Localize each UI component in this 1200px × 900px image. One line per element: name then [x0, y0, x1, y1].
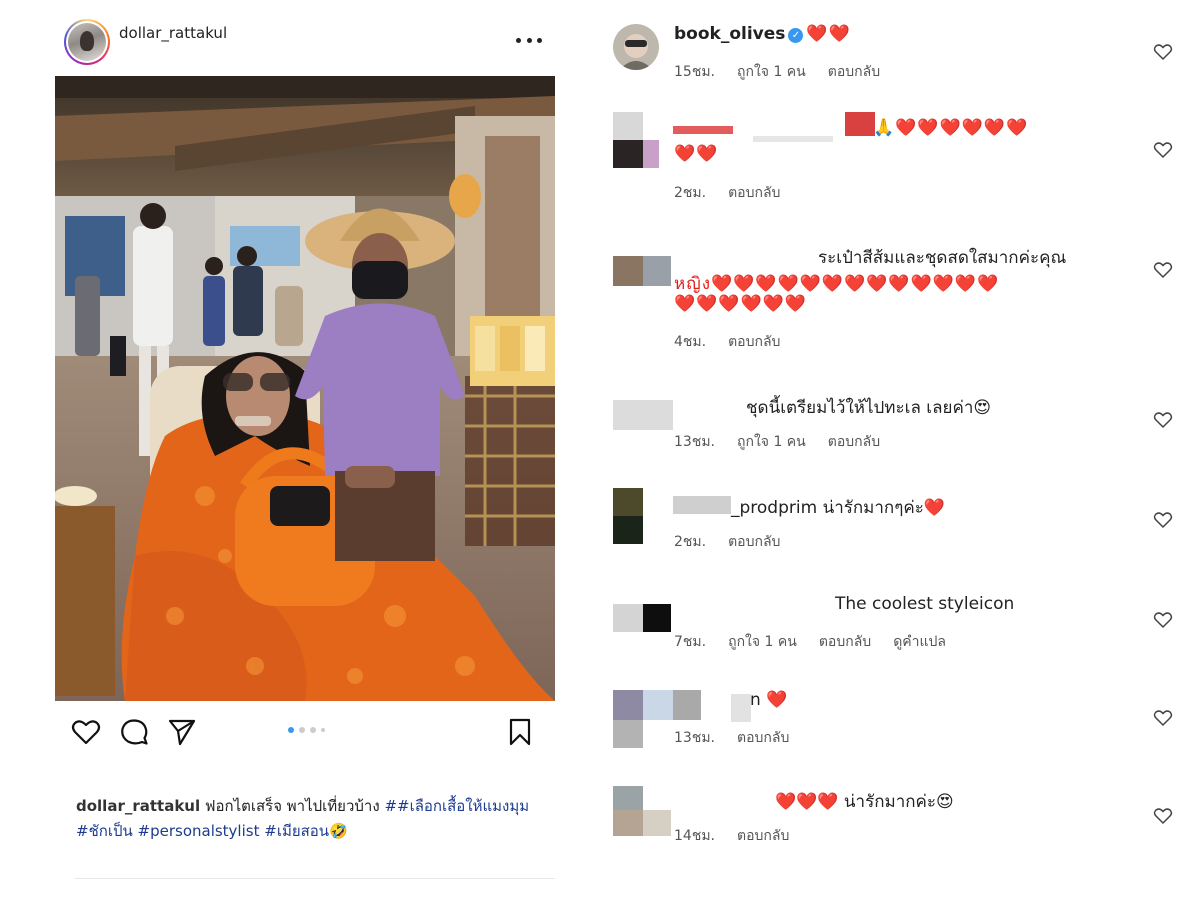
- heart-outline-icon[interactable]: [1153, 510, 1173, 530]
- bookmark-icon[interactable]: [504, 716, 536, 748]
- comment-time: 14ชม.: [674, 828, 715, 844]
- hashtag[interactable]: #personalstylist: [138, 822, 260, 840]
- carousel-dot[interactable]: [299, 727, 305, 733]
- heart-outline-icon[interactable]: [1153, 42, 1173, 62]
- comment-time: 2ชม.: [674, 534, 707, 550]
- comment-item: n ❤️ 13ชม. ตอบกลับ: [613, 690, 1173, 750]
- carousel-dot[interactable]: [310, 727, 316, 733]
- comment-time: 2ชม.: [674, 185, 707, 201]
- share-icon[interactable]: [166, 716, 198, 748]
- comment-time: 15ชม.: [674, 64, 715, 80]
- reply-button[interactable]: ตอบกลับ: [828, 64, 880, 80]
- comment-text: 🙏❤️❤️❤️❤️❤️❤️: [873, 118, 1029, 138]
- translate-button[interactable]: ดูคำแปล: [893, 634, 946, 650]
- comment-text-continued: ❤️❤️: [674, 144, 719, 164]
- commenter-username[interactable]: _prodprim: [731, 498, 817, 518]
- divider: [75, 878, 555, 879]
- commenter-avatar[interactable]: [613, 604, 671, 632]
- comment-meta: 7ชม. ถูกใจ 1 คน ตอบกลับ ดูคำแปล: [674, 631, 968, 653]
- comment-meta: 2ชม. ตอบกลับ: [674, 182, 802, 204]
- commenter-avatar[interactable]: [613, 256, 671, 286]
- comment-text-continued: หญิง❤️❤️❤️❤️❤️❤️❤️❤️❤️❤️❤️❤️❤️: [674, 274, 1000, 294]
- comment-item: _prodprim น่ารักมากๆค่ะ❤️ 2ชม. ตอบกลับ: [613, 488, 1173, 554]
- reply-button[interactable]: ตอบกลับ: [828, 434, 880, 450]
- more-icon[interactable]: [516, 30, 542, 50]
- comment-icon[interactable]: [118, 716, 150, 748]
- comment-meta: 13ชม. ตอบกลับ: [674, 727, 811, 749]
- reply-button[interactable]: ตอบกลับ: [728, 334, 780, 350]
- heart-outline-icon[interactable]: [1153, 410, 1173, 430]
- commenter-avatar[interactable]: [613, 400, 673, 430]
- carousel-dots[interactable]: [288, 727, 325, 733]
- comment-meta: 15ชม. ถูกใจ 1 คน ตอบกลับ: [674, 61, 902, 83]
- reply-button[interactable]: ตอบกลับ: [819, 634, 871, 650]
- hashtag[interactable]: ##เลือกเสื้อให้แมงมุม: [384, 797, 529, 815]
- reply-button[interactable]: ตอบกลับ: [737, 730, 789, 746]
- commenter-avatar[interactable]: [613, 786, 671, 836]
- post-username[interactable]: dollar_rattakul: [119, 24, 227, 42]
- post-header: dollar_rattakul: [60, 18, 560, 66]
- caption-emoji: 🤣: [329, 822, 348, 840]
- comment-text: book_olives ✓ ❤️❤️: [674, 24, 851, 44]
- comment-text: _prodprim น่ารักมากๆค่ะ❤️: [731, 498, 946, 518]
- caption-text: ฟอกไตเสร็จ พาไปเที่ยวบ้าง: [200, 797, 385, 815]
- commenter-username[interactable]: book_olives: [674, 24, 785, 44]
- comment-meta: 2ชม. ตอบกลับ: [674, 531, 802, 553]
- comment-meta: 13ชม. ถูกใจ 1 คน ตอบกลับ: [674, 431, 902, 453]
- comment-item: The coolest styleicon 7ชม. ถูกใจ 1 คน ตอบก…: [613, 594, 1173, 654]
- heart-outline-icon[interactable]: [1153, 140, 1173, 160]
- action-bar: [60, 712, 550, 752]
- hashtag[interactable]: #เมียสอน: [264, 822, 329, 840]
- comment-text: ❤️❤️❤️ น่ารักมากค่ะ😍: [775, 792, 954, 812]
- post-photo[interactable]: [55, 76, 555, 701]
- caption-username[interactable]: dollar_rattakul: [76, 797, 200, 815]
- commenter-avatar[interactable]: [613, 112, 659, 168]
- comment-item: 🙏❤️❤️❤️❤️❤️❤️ ❤️❤️ 2ชม. ตอบกลับ: [613, 112, 1173, 202]
- hashtag[interactable]: #ชักเป็น: [76, 822, 133, 840]
- reply-button[interactable]: ตอบกลับ: [737, 828, 789, 844]
- commenter-avatar[interactable]: [613, 488, 643, 544]
- comment-item: ❤️❤️❤️ น่ารักมากค่ะ😍 14ชม. ตอบกลับ: [613, 786, 1173, 848]
- heart-outline-icon[interactable]: [1153, 260, 1173, 280]
- comment-likes[interactable]: ถูกใจ 1 คน: [737, 64, 806, 80]
- post-caption: dollar_rattakul ฟอกไตเสร็จ พาไปเที่ยวบ้า…: [76, 794, 536, 844]
- carousel-dot-active[interactable]: [288, 727, 294, 733]
- reply-button[interactable]: ตอบกลับ: [728, 185, 780, 201]
- heart-outline-icon[interactable]: [1153, 806, 1173, 826]
- comment-item: ระเป๋าสีส้มและชุดสดใสมากค่ะคุณ หญิง❤️❤️❤…: [613, 244, 1173, 354]
- heart-outline-icon[interactable]: [1153, 610, 1173, 630]
- comment-text: n ❤️: [750, 690, 788, 710]
- comment-meta: 14ชม. ตอบกลับ: [674, 825, 811, 847]
- comment-time: 13ชม.: [674, 730, 715, 746]
- comment-item: ชุดนี้เตรียมไว้ให้ไปทะเล เลยค่า😍 13ชม. ถู…: [613, 394, 1173, 454]
- comment-time: 13ชม.: [674, 434, 715, 450]
- comment-text: ชุดนี้เตรียมไว้ให้ไปทะเล เลยค่า😍: [746, 398, 992, 418]
- reply-button[interactable]: ตอบกลับ: [728, 534, 780, 550]
- comment-likes[interactable]: ถูกใจ 1 คน: [737, 434, 806, 450]
- commenter-avatar[interactable]: [613, 24, 659, 70]
- post-avatar[interactable]: [64, 19, 110, 65]
- comment-time: 4ชม.: [674, 334, 707, 350]
- carousel-dot[interactable]: [321, 728, 325, 732]
- comment-text: ระเป๋าสีส้มและชุดสดใสมากค่ะคุณ: [818, 248, 1067, 268]
- heart-outline-icon[interactable]: [1153, 708, 1173, 728]
- comment-item: book_olives ✓ ❤️❤️ 15ชม. ถูกใจ 1 คน ตอบกลับ: [613, 24, 1173, 84]
- comment-text-continued: ❤️❤️❤️❤️❤️❤️: [674, 294, 808, 314]
- comment-meta: 4ชม. ตอบกลับ: [674, 331, 802, 353]
- comment-likes[interactable]: ถูกใจ 1 คน: [728, 634, 797, 650]
- comment-time: 7ชม.: [674, 634, 707, 650]
- like-icon[interactable]: [70, 716, 102, 748]
- verified-icon: ✓: [788, 28, 804, 43]
- comment-text: The coolest styleicon: [835, 594, 1015, 614]
